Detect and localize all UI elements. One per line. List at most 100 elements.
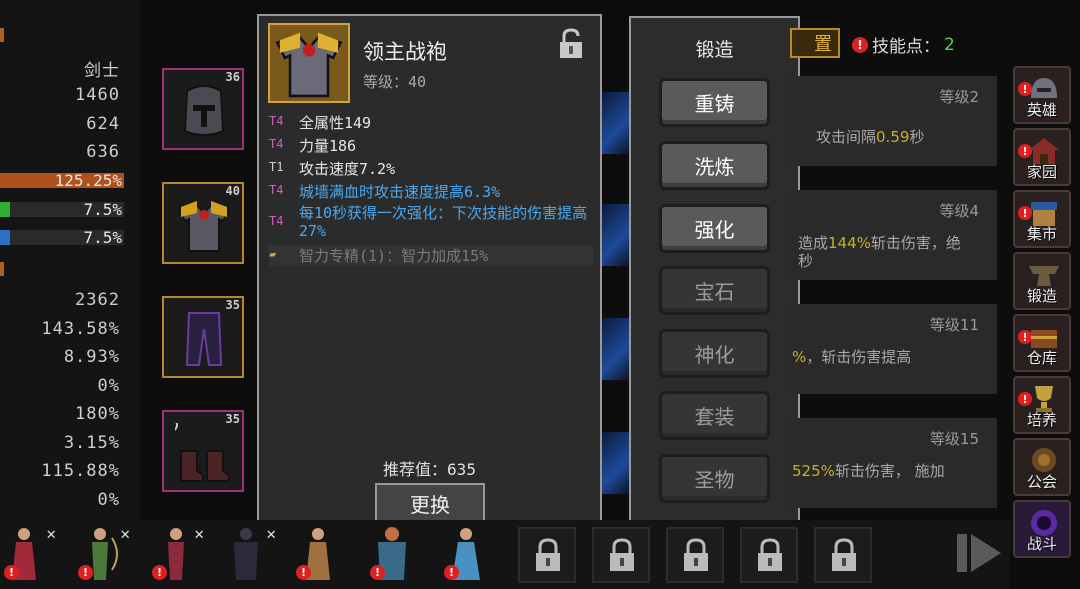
reforge-button[interactable]: 重铸 bbox=[659, 78, 770, 127]
item-attribute: T4 力量186 bbox=[269, 135, 356, 156]
boots-icon bbox=[175, 423, 230, 482]
skill-points-label: 技能点： bbox=[872, 37, 940, 57]
nav-guild[interactable]: 公会 bbox=[1013, 438, 1071, 496]
lock-icon bbox=[610, 538, 634, 571]
attr-tier: T4 bbox=[269, 137, 284, 151]
item-level: 等级：40 bbox=[363, 73, 427, 91]
nav-label: 公会 bbox=[1026, 473, 1057, 491]
hero-portrait[interactable]: ✕ bbox=[222, 524, 282, 586]
close-icon[interactable]: ✕ bbox=[194, 524, 204, 543]
gem-button[interactable]: 宝石 bbox=[659, 266, 770, 315]
skill-level: 等级4 bbox=[939, 202, 979, 220]
skill-card[interactable]: 等级11 %，斩击伤害提高 bbox=[790, 304, 997, 394]
nav-battle[interactable]: 战斗 bbox=[1013, 500, 1071, 558]
skill-level: 等级15 bbox=[929, 430, 979, 448]
equip-slot-leggings[interactable]: 35 bbox=[162, 296, 244, 378]
stat-value: 0% bbox=[97, 376, 120, 396]
nav-label: 培养 bbox=[1026, 411, 1057, 429]
equip-slot-armor[interactable]: 40 bbox=[162, 182, 244, 264]
stat-value: 143.58% bbox=[41, 319, 120, 339]
replace-button[interactable]: 更换 bbox=[375, 483, 485, 523]
hero-class-name: 剑士 bbox=[84, 61, 120, 81]
armor-icon bbox=[275, 32, 343, 98]
deify-button[interactable]: 神化 bbox=[659, 329, 770, 378]
enhance-button[interactable]: 强化 bbox=[659, 204, 770, 253]
close-icon[interactable]: ✕ bbox=[120, 524, 130, 543]
skill-card[interactable]: 等级15 525%斩击伤害， 施加 bbox=[790, 418, 997, 508]
skill-desc-line2: 秒 bbox=[798, 252, 814, 270]
alert-icon: ! bbox=[152, 565, 167, 580]
nav-label: 集市 bbox=[1026, 225, 1057, 243]
armor-icon bbox=[177, 201, 231, 252]
stat-value: 624 bbox=[86, 114, 120, 134]
locked-hero-slot[interactable] bbox=[592, 527, 650, 583]
skill-image bbox=[601, 432, 631, 494]
unlock-icon[interactable] bbox=[558, 28, 584, 60]
alert-icon: ! bbox=[852, 36, 868, 53]
next-page-arrow-icon[interactable] bbox=[955, 530, 1003, 576]
nav-hero[interactable]: ! 英雄 bbox=[1013, 66, 1071, 124]
alert-icon: ! bbox=[296, 565, 311, 580]
nav-label: 战斗 bbox=[1026, 535, 1057, 553]
stat-value: 1460 bbox=[75, 85, 120, 105]
forge-title: 锻造 bbox=[695, 39, 734, 61]
attr-text: 力量186 bbox=[299, 137, 357, 155]
stat-value: 180% bbox=[75, 404, 120, 424]
nav-market[interactable]: ! 集市 bbox=[1013, 190, 1071, 248]
nav-warehouse[interactable]: ! 仓库 bbox=[1013, 314, 1071, 372]
skill-desc: 造成144%斩击伤害，绝 bbox=[798, 234, 961, 252]
skill-card[interactable]: 等级4 造成144%斩击伤害，绝 秒 bbox=[790, 190, 997, 280]
stat-value: 2362 bbox=[75, 290, 120, 310]
hero-figure-icon bbox=[234, 528, 258, 580]
skill-desc: %，斩击伤害提高 bbox=[792, 348, 912, 366]
equip-slot-boots[interactable]: 35 bbox=[162, 410, 244, 492]
book-icon: ▰ bbox=[269, 247, 277, 261]
attr-text: 攻击速度7.2% bbox=[299, 160, 396, 178]
reset-skills-button[interactable]: 置 bbox=[790, 28, 840, 58]
relic-button[interactable]: 圣物 bbox=[659, 454, 770, 503]
locked-hero-slot[interactable] bbox=[518, 527, 576, 583]
hero-portrait[interactable]: ✕ ! bbox=[150, 524, 210, 586]
skill-image bbox=[601, 318, 631, 380]
nav-home[interactable]: ! 家园 bbox=[1013, 128, 1071, 186]
nav-forge[interactable]: 锻造 bbox=[1013, 252, 1071, 310]
locked-hero-slot[interactable] bbox=[666, 527, 724, 583]
item-name: 领主战袍 bbox=[363, 40, 447, 64]
attr-text: 全属性149 bbox=[299, 114, 372, 132]
item-attribute-set: ▰ 智力专精(1)：智力加成15% bbox=[269, 245, 593, 266]
attr-text: 城墙满血时攻击速度提高6.3% bbox=[299, 183, 501, 201]
attr-tier: T1 bbox=[269, 160, 284, 174]
alert-icon: ! bbox=[444, 565, 459, 580]
skill-card[interactable]: 等级2 攻击间隔0.59秒 bbox=[790, 76, 997, 166]
locked-hero-slot[interactable] bbox=[814, 527, 872, 583]
attr-tier: T4 bbox=[269, 114, 284, 128]
skill-points: ! 技能点： 2 bbox=[852, 32, 955, 57]
set-button[interactable]: 套装 bbox=[659, 391, 770, 440]
nav-label: 家园 bbox=[1026, 163, 1057, 181]
hero-portrait[interactable]: ! bbox=[442, 524, 502, 586]
close-icon[interactable]: ✕ bbox=[46, 524, 56, 543]
attr-text: 每10秒获得一次强化：下次技能的伤害提高27% bbox=[299, 204, 588, 240]
hero-portrait[interactable]: ✕ ! bbox=[76, 524, 136, 586]
attr-text: 智力专精(1)：智力加成15% bbox=[299, 247, 489, 265]
hero-portrait[interactable]: ! bbox=[294, 524, 354, 586]
hero-portrait[interactable]: ! bbox=[368, 524, 428, 586]
lock-icon bbox=[536, 538, 560, 571]
skill-level: 等级2 bbox=[939, 88, 979, 106]
alert-icon: ! bbox=[78, 565, 93, 580]
locked-hero-slot[interactable] bbox=[740, 527, 798, 583]
stat-value: 636 bbox=[86, 142, 120, 162]
close-icon[interactable]: ✕ bbox=[266, 524, 276, 543]
refine-button[interactable]: 洗炼 bbox=[659, 141, 770, 190]
hero-portrait[interactable]: ✕ ! bbox=[2, 524, 62, 586]
nav-label: 锻造 bbox=[1026, 287, 1057, 305]
nav-label: 英雄 bbox=[1026, 101, 1057, 119]
stat-bar-value: 7.5% bbox=[83, 200, 122, 219]
alert-icon: ! bbox=[370, 565, 385, 580]
equip-slot-helmet[interactable]: 36 bbox=[162, 68, 244, 150]
stat-bar: 125.25% bbox=[0, 171, 124, 190]
item-detail-popup: 领主战袍 等级：40 T4 全属性149 T4 力量186 T1 攻击速度7.2… bbox=[257, 14, 602, 531]
nav-label: 仓库 bbox=[1026, 349, 1057, 367]
nav-train[interactable]: ! 培养 bbox=[1013, 376, 1071, 434]
skill-image bbox=[601, 204, 631, 266]
